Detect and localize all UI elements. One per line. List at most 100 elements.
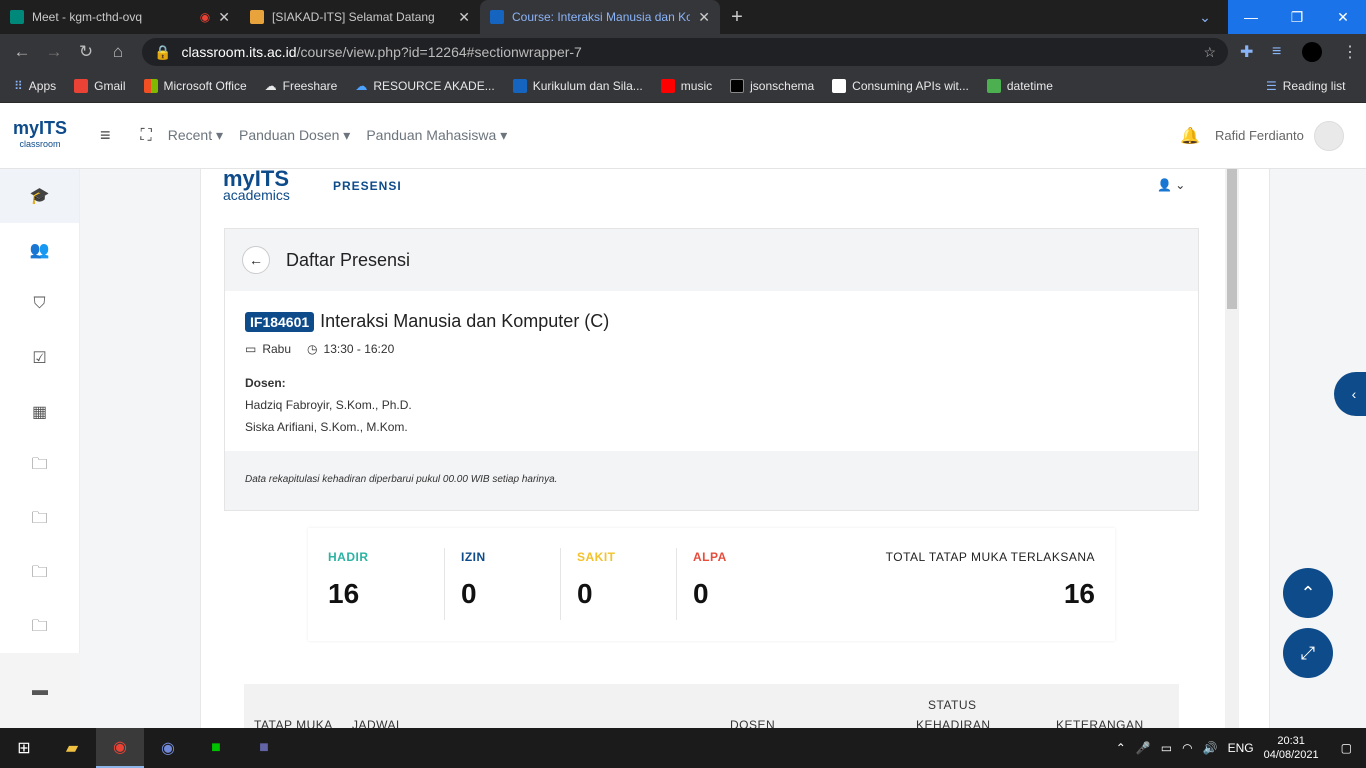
sidebar-item-grades[interactable]: ▦ (0, 385, 79, 439)
user-name[interactable]: Rafid Ferdianto (1215, 128, 1304, 143)
sidebar-item-folder-4[interactable]: 🗀 (0, 601, 79, 655)
bookmark-freeshare[interactable]: ☁ Freeshare (265, 79, 338, 93)
update-note: Data rekapitulasi kehadiran diperbarui p… (225, 451, 1198, 510)
taskbar-teams[interactable]: ■ (240, 728, 288, 768)
close-tab-icon[interactable]: ✕ (218, 9, 230, 26)
star-icon[interactable]: ☆ (1203, 44, 1216, 61)
bookmark-label: Freeshare (282, 79, 338, 93)
bookmark-label: Apps (28, 79, 57, 93)
onedrive-icon: ☁ (355, 79, 368, 93)
folder-icon: 🗀 (31, 455, 48, 473)
brand-subtext: academics (223, 187, 290, 203)
language-indicator[interactable]: ENG (1228, 741, 1254, 755)
chrome-icon: ◉ (113, 739, 127, 756)
tab-siakad[interactable]: [SIAKAD-ITS] Selamat Datang ✕ (240, 0, 480, 34)
reload-icon[interactable]: ↻ (70, 42, 102, 62)
leaf-icon (986, 79, 1001, 93)
taskbar-line[interactable]: ■ (192, 728, 240, 768)
menu-label: Panduan Dosen (239, 127, 340, 143)
logo-text: myITS (12, 117, 68, 138)
cloud-icon: ☁ (264, 79, 277, 93)
notification-bell-icon[interactable]: 🔔 (1180, 126, 1200, 146)
restore-icon[interactable]: ❐ (1274, 0, 1320, 34)
table-icon: ▦ (31, 404, 48, 421)
stat-alpa: ALPA 0 (676, 528, 793, 641)
system-tray: ⌃ 🎤 ▭ ◠ 🔊 ENG 20:31 04/08/2021 ▢ (1116, 728, 1366, 768)
scroll-top-button[interactable]: ⌃ (1283, 568, 1333, 618)
back-button[interactable]: ← (242, 246, 270, 274)
expand-icon: ⤢ (1300, 642, 1316, 663)
taskbar-discord[interactable]: ◉ (144, 728, 192, 768)
taskbar-explorer[interactable]: ▰ (48, 728, 96, 768)
bookmark-resource[interactable]: ☁ RESOURCE AKADE... (355, 79, 494, 93)
battery-icon[interactable]: ▭ (1161, 741, 1172, 755)
bookmark-apis[interactable]: Consuming APIs wit... (832, 79, 969, 93)
sidebar-item-course[interactable]: 🎓 (0, 169, 79, 223)
clock[interactable]: 20:31 04/08/2021 (1264, 734, 1319, 762)
myits-classroom-logo[interactable]: myITS classroom (0, 117, 80, 152)
youtube-icon (660, 79, 675, 93)
menu-recent[interactable]: Recent ▾ (168, 127, 223, 144)
lecturer-name: Hadziq Fabroyir, S.Kom., Ph.D. (245, 398, 412, 412)
hamburger-icon[interactable]: ≡ (100, 125, 111, 146)
microphone-icon[interactable]: 🎤 (1136, 741, 1151, 755)
bookmark-gmail[interactable]: Gmail (74, 79, 126, 93)
user-dropdown[interactable]: 👤 ⌄ (1157, 178, 1185, 192)
stat-label: SAKIT (577, 550, 616, 564)
bookmark-label: RESOURCE AKADE... (373, 79, 495, 93)
sidebar-item-badges[interactable]: ⛉ (0, 277, 79, 331)
sidebar-item-folder-2[interactable]: 🗀 (0, 493, 79, 547)
col-keterangan: KETERANGAN (1056, 718, 1144, 728)
bookmark-apps[interactable]: ⠿ Apps (14, 79, 56, 93)
browser-menu-icon[interactable]: ⋮ (1342, 42, 1358, 62)
stat-label: HADIR (328, 550, 369, 564)
media-icon[interactable]: ≡ (1272, 43, 1281, 61)
bookmark-label: Kurikulum dan Sila... (532, 79, 643, 93)
tab-course[interactable]: Course: Interaksi Manusia dan Ko ✕ (480, 0, 720, 34)
url-field[interactable]: 🔒 classroom.its.ac.id/course/view.php?id=… (142, 38, 1228, 66)
back-icon[interactable]: ← (6, 42, 38, 62)
sidebar-item-folder-3[interactable]: 🗀 (0, 547, 79, 601)
bookmark-office[interactable]: Microsoft Office (143, 79, 247, 93)
apps-grid-icon: ⠿ (14, 79, 23, 93)
volume-icon[interactable]: 🔊 (1203, 741, 1218, 755)
bookmark-label: Microsoft Office (163, 79, 247, 93)
home-icon[interactable]: ⌂ (102, 42, 134, 62)
profile-avatar[interactable] (1302, 42, 1322, 62)
menu-panduan-dosen[interactable]: Panduan Dosen ▾ (239, 127, 350, 144)
bookmark-music[interactable]: music (660, 79, 713, 93)
sidebar-item-competencies[interactable]: ☑ (0, 331, 79, 385)
menu-panduan-mahasiswa[interactable]: Panduan Mahasiswa ▾ (366, 127, 507, 144)
close-tab-icon[interactable]: ✕ (698, 9, 710, 26)
fullscreen-icon[interactable]: ⛶ (141, 127, 152, 145)
stat-label: ALPA (693, 550, 727, 564)
lecturer-label: Dosen: (245, 376, 286, 390)
sidebar-item-archive[interactable]: ▬ (0, 653, 80, 728)
scrollbar-thumb[interactable] (1227, 169, 1237, 309)
chevron-up-icon[interactable]: ⌃ (1116, 741, 1126, 755)
bookmark-jsonschema[interactable]: jsonschema (730, 79, 814, 93)
start-button[interactable]: ⊞ (0, 728, 48, 768)
expand-button[interactable]: ⤢ (1283, 628, 1333, 678)
taskbar-chrome[interactable]: ◉ (96, 728, 144, 768)
minimize-icon[interactable]: — (1228, 0, 1274, 34)
shield-icon: ⛉ (33, 295, 46, 312)
sidebar-item-participants[interactable]: 👥 (0, 223, 79, 277)
stat-sakit: SAKIT 0 (560, 528, 677, 641)
extensions-icon[interactable]: ✚ (1240, 42, 1253, 62)
bookmark-kurikulum[interactable]: Kurikulum dan Sila... (512, 79, 643, 93)
bookmark-label: music (680, 79, 713, 93)
sidebar-item-folder-1[interactable]: 🗀 (0, 439, 79, 493)
user-avatar[interactable] (1314, 120, 1344, 151)
bookmark-datetime[interactable]: datetime (986, 79, 1053, 93)
forward-icon[interactable]: → (38, 42, 70, 62)
new-tab-icon[interactable]: + (720, 0, 754, 34)
tab-meet[interactable]: Meet - kgm-cthd-ovq ◉ ✕ (0, 0, 240, 34)
close-window-icon[interactable]: ✕ (1320, 0, 1366, 34)
notification-icon[interactable]: ▢ (1341, 741, 1352, 755)
lock-icon: 🔒 (154, 43, 172, 60)
reading-list[interactable]: ☰ Reading list (1266, 79, 1345, 93)
wifi-icon[interactable]: ◠ (1182, 741, 1192, 755)
close-tab-icon[interactable]: ✕ (458, 9, 470, 26)
tab-search-icon[interactable]: ⌄ (1182, 0, 1228, 34)
